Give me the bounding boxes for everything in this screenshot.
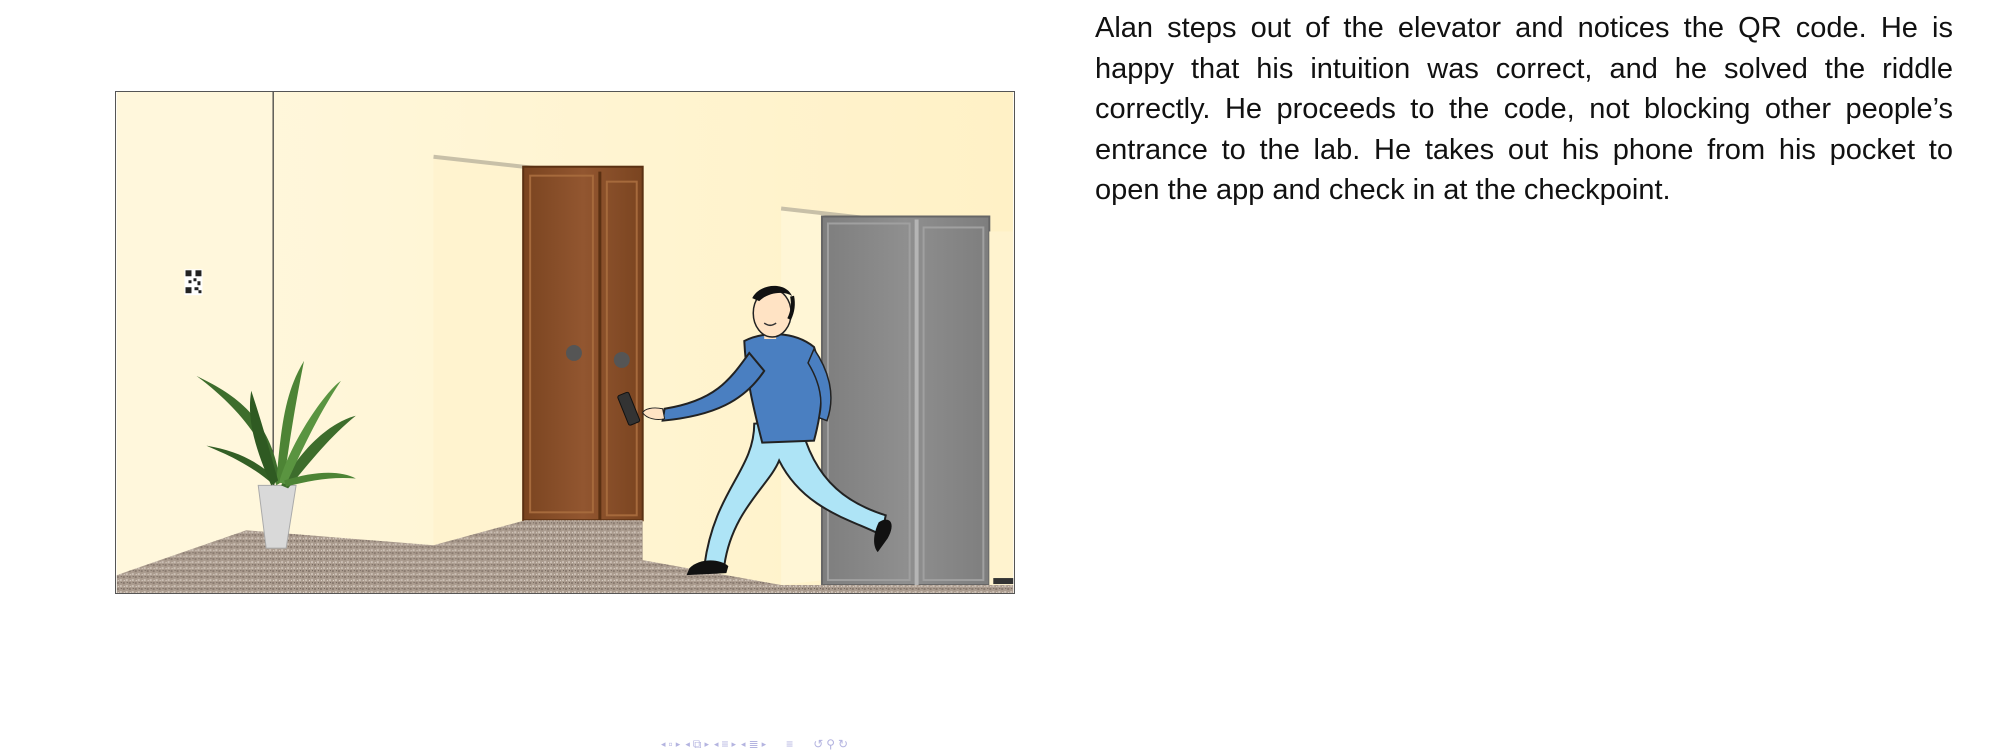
elevator-doors — [820, 215, 991, 587]
nav-subsection-icon[interactable]: ◂ ≣ ▸ — [741, 737, 766, 751]
nav-toc-icon[interactable]: ≡ — [786, 737, 793, 751]
beamer-navigation: ◂ ▫ ▸ ◂ ⧉ ▸ ◂ ≡ ▸ ◂ ≣ ▸ ≡ ↺ ⚲ ↻ — [661, 736, 848, 752]
slide-paragraph: Alan steps out of the elevator and notic… — [1095, 12, 1953, 206]
nav-search-icon[interactable]: ↺ ⚲ ↻ — [813, 737, 848, 751]
qr-code-icon — [184, 269, 203, 296]
nav-first-icon[interactable]: ◂ ▫ ▸ — [661, 737, 680, 751]
nav-frame-icon[interactable]: ◂ ⧉ ▸ — [685, 737, 709, 752]
nav-section-icon[interactable]: ◂ ≡ ▸ — [714, 737, 736, 751]
slide-illustration — [115, 91, 1015, 594]
lab-door — [522, 165, 644, 522]
